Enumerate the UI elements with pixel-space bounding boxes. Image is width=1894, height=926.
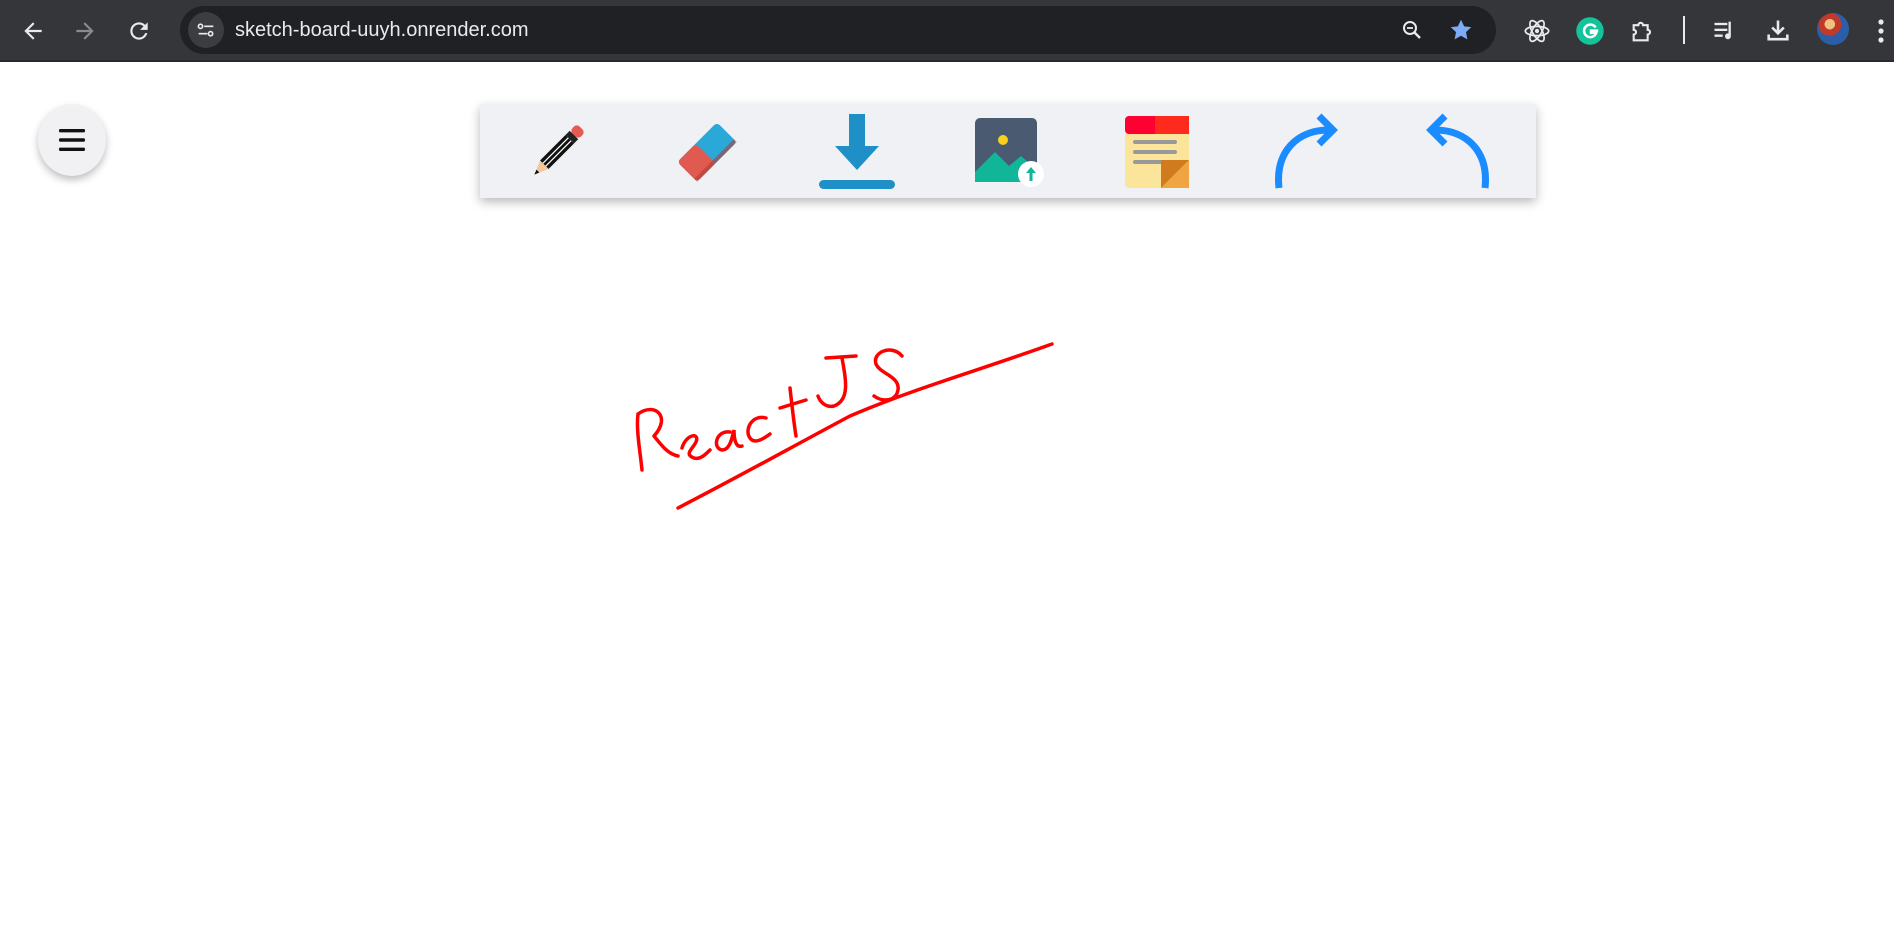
underline-stroke bbox=[676, 342, 1054, 510]
react-devtools-button[interactable] bbox=[1518, 12, 1556, 50]
more-menu-button[interactable] bbox=[1868, 12, 1894, 50]
toolbar-divider bbox=[1683, 16, 1685, 44]
pencil-icon bbox=[534, 125, 584, 175]
redo-tool-button[interactable] bbox=[1262, 110, 1352, 194]
undo-icon bbox=[1426, 113, 1489, 189]
reload-button[interactable] bbox=[118, 10, 160, 52]
extensions-puzzle-icon bbox=[1632, 21, 1652, 42]
forward-button[interactable] bbox=[64, 10, 106, 52]
zoom-button[interactable] bbox=[1395, 13, 1429, 47]
bookmark-star-icon bbox=[1450, 19, 1472, 40]
image-upload-icon bbox=[975, 118, 1044, 187]
grammarly-button[interactable] bbox=[1571, 12, 1609, 50]
sticky-note-icon bbox=[1125, 116, 1189, 188]
download-icon bbox=[1767, 20, 1789, 41]
letter-j-stroke bbox=[816, 354, 858, 409]
extensions-button[interactable] bbox=[1624, 12, 1662, 50]
download-tool-button[interactable] bbox=[812, 110, 902, 194]
site-settings-button[interactable] bbox=[188, 12, 224, 48]
bookmark-button[interactable] bbox=[1444, 13, 1478, 47]
more-menu-icon bbox=[1878, 19, 1884, 43]
letter-s-stroke bbox=[872, 348, 904, 402]
media-controls-button[interactable] bbox=[1706, 12, 1744, 50]
canvas-drawing bbox=[635, 342, 1054, 510]
forward-arrow-icon bbox=[76, 22, 94, 40]
letter-e-stroke bbox=[680, 434, 712, 461]
browser-toolbar: sketch-board-uuyh.onrender.com bbox=[0, 0, 1894, 62]
site-settings-icon bbox=[197, 23, 214, 37]
react-devtools-icon bbox=[1524, 19, 1550, 43]
letter-c-stroke bbox=[746, 415, 772, 443]
downloads-button[interactable] bbox=[1759, 12, 1797, 50]
media-playlist-icon bbox=[1714, 21, 1731, 40]
reload-icon bbox=[130, 22, 148, 40]
back-arrow-icon bbox=[24, 22, 42, 40]
undo-tool-button[interactable] bbox=[1412, 110, 1502, 194]
letter-t-stroke bbox=[778, 386, 808, 438]
eraser-tool-button[interactable] bbox=[662, 110, 752, 194]
address-bar[interactable]: sketch-board-uuyh.onrender.com bbox=[180, 6, 1496, 54]
grammarly-icon bbox=[1576, 17, 1604, 45]
upload-image-tool-button[interactable] bbox=[962, 110, 1052, 194]
zoom-icon bbox=[1403, 21, 1421, 39]
letter-r-stroke bbox=[635, 407, 680, 472]
eraser-icon bbox=[678, 123, 737, 182]
back-button[interactable] bbox=[12, 10, 54, 52]
drawing-toolbar bbox=[480, 104, 1536, 198]
profile-avatar[interactable] bbox=[1817, 13, 1849, 45]
letter-a-stroke bbox=[714, 429, 744, 452]
redo-icon bbox=[1275, 113, 1338, 189]
url-text[interactable]: sketch-board-uuyh.onrender.com bbox=[235, 19, 529, 42]
pencil-tool-button[interactable] bbox=[512, 110, 602, 194]
sticky-note-tool-button[interactable] bbox=[1112, 110, 1202, 194]
hamburger-menu-icon bbox=[59, 129, 85, 151]
download-icon bbox=[819, 114, 895, 189]
menu-button[interactable] bbox=[38, 104, 106, 176]
